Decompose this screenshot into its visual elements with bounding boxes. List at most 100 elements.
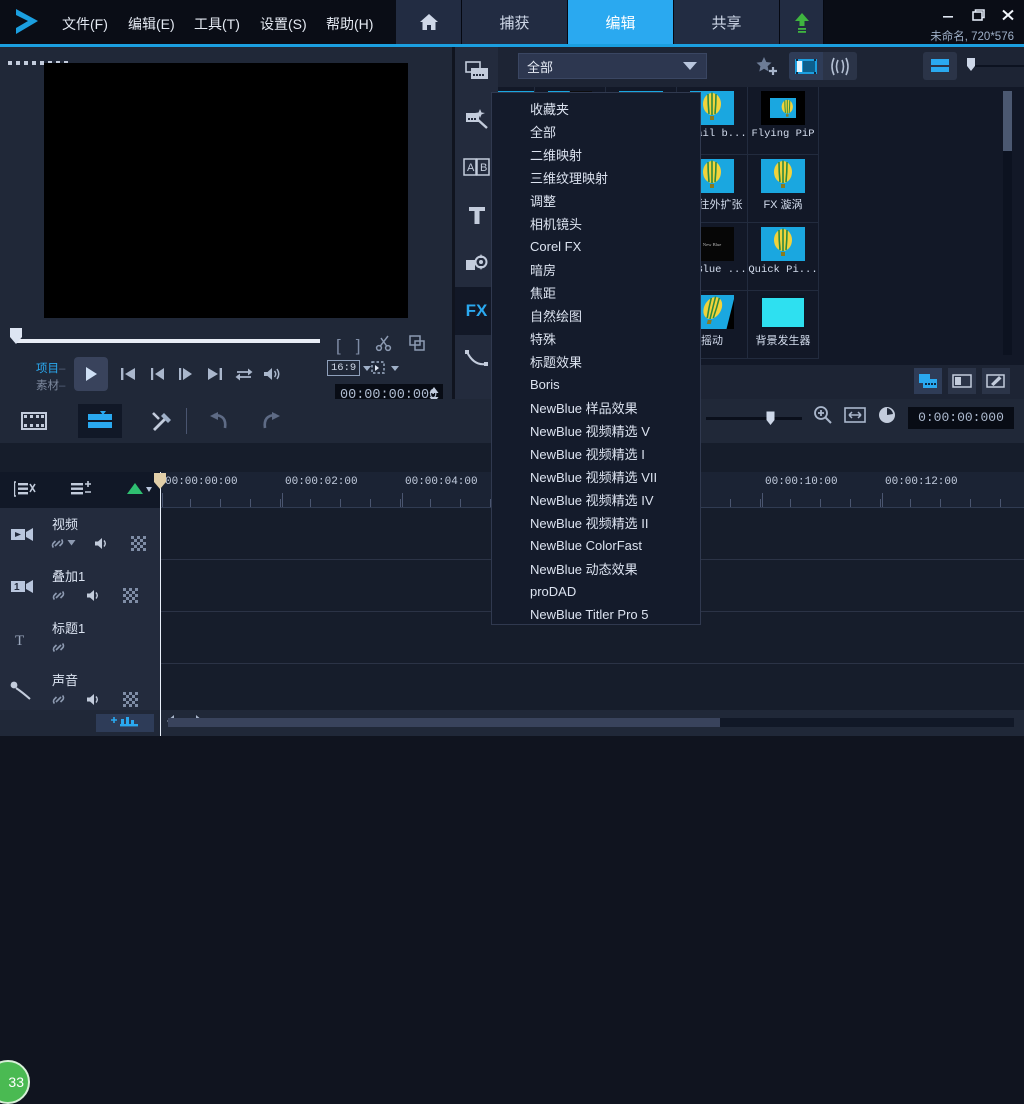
track-link-button[interactable]: [48, 690, 68, 708]
zoom-slider[interactable]: [706, 410, 802, 426]
slider-handle[interactable]: [966, 57, 976, 72]
effect-item[interactable]: Flying PiP: [748, 87, 819, 155]
dropdown-item[interactable]: 标题效果: [492, 350, 700, 373]
star-plus-icon[interactable]: [753, 52, 781, 80]
volume-button[interactable]: [260, 363, 284, 385]
dropdown-item[interactable]: 焦距: [492, 281, 700, 304]
panel-drag-grip[interactable]: [8, 52, 78, 65]
tab-capture[interactable]: 捕获: [462, 0, 568, 44]
dropdown-item[interactable]: 相机镜头: [492, 212, 700, 235]
track-lane[interactable]: [160, 664, 1024, 714]
redo-button[interactable]: [250, 404, 294, 438]
edit-view-button[interactable]: [982, 368, 1010, 394]
preview-screen[interactable]: [44, 63, 408, 318]
dropdown-item[interactable]: Boris: [492, 373, 700, 396]
dropdown-item[interactable]: NewBlue 视频精选 IV: [492, 488, 700, 511]
track-mask-button[interactable]: [120, 690, 140, 708]
timeline-playhead[interactable]: [154, 472, 166, 736]
tab-share[interactable]: 共享: [674, 0, 780, 44]
tools-button[interactable]: [140, 404, 184, 438]
dropdown-item[interactable]: 特殊: [492, 327, 700, 350]
undo-button[interactable]: [196, 404, 240, 438]
crop-tool-control[interactable]: [370, 360, 400, 376]
menu-file[interactable]: 文件(F): [62, 14, 108, 34]
storyboard-view-button[interactable]: [12, 404, 56, 438]
track-link-button[interactable]: [48, 534, 76, 552]
scissors-icon[interactable]: [375, 334, 393, 357]
skip-end-button[interactable]: [203, 363, 227, 385]
track-link-button[interactable]: [48, 586, 68, 604]
mode-clip-label[interactable]: 素材: [36, 380, 59, 392]
title-track-icon[interactable]: T: [0, 612, 44, 664]
dropdown-item[interactable]: NewBlue 视频精选 I: [492, 442, 700, 465]
dropdown-item[interactable]: 暗房: [492, 258, 700, 281]
zoom-in-button[interactable]: [813, 405, 833, 430]
fit-project-button[interactable]: [844, 406, 866, 429]
timeline-timecode[interactable]: 0:00:00:000: [908, 406, 1014, 429]
scrollbar-thumb[interactable]: [168, 718, 720, 727]
dropdown-item[interactable]: 三维纹理映射: [492, 166, 700, 189]
category-dropdown-menu[interactable]: 收藏夹 全部 二维映射 三维纹理映射 调整 相机镜头 Corel FX 暗房 焦距 自然绘图 特殊标…: [491, 92, 701, 625]
dropdown-item[interactable]: NewBlue 视频精选 II: [492, 511, 700, 534]
dropdown-item[interactable]: Corel FX: [492, 235, 700, 258]
dropdown-item[interactable]: 二维映射: [492, 143, 700, 166]
menu-tools[interactable]: 工具(T): [194, 14, 240, 34]
track-mask-button[interactable]: [120, 586, 140, 604]
zoom-slider-handle[interactable]: [766, 411, 775, 426]
mode-project-label[interactable]: 项目: [36, 363, 59, 375]
dropdown-item[interactable]: 调整: [492, 189, 700, 212]
track-mute-button[interactable]: [84, 690, 104, 708]
minimize-button[interactable]: [940, 8, 956, 22]
mix-marker-button[interactable]: [126, 481, 152, 502]
timeline-horizontal-scrollbar[interactable]: [168, 718, 1014, 727]
dropdown-item[interactable]: 全部: [492, 120, 700, 143]
close-button[interactable]: [1000, 8, 1016, 22]
track-mute-button[interactable]: [92, 534, 112, 552]
mark-in-button[interactable]: [: [336, 336, 341, 356]
track-mask-button[interactable]: [128, 534, 148, 552]
clock-button[interactable]: [877, 405, 897, 430]
effect-item[interactable]: FX 漩涡: [748, 155, 819, 223]
playhead-handle[interactable]: [153, 472, 167, 490]
thumbnail-size-slider[interactable]: [966, 58, 1024, 71]
aspect-ratio-value[interactable]: 16:9: [327, 360, 361, 376]
add-track-button[interactable]: [70, 480, 92, 503]
play-button[interactable]: [74, 357, 108, 391]
rail-media-library[interactable]: [455, 47, 498, 95]
upload-button[interactable]: [780, 0, 824, 44]
dropdown-item[interactable]: NewBlue Titler Pro 5: [492, 603, 700, 626]
effects-scrollbar[interactable]: [1003, 91, 1012, 355]
step-forward-button[interactable]: [173, 363, 197, 385]
dropdown-item[interactable]: proDAD: [492, 580, 700, 603]
step-back-button[interactable]: [146, 363, 170, 385]
aspect-ratio-control[interactable]: 16:9: [327, 360, 372, 376]
dropdown-item[interactable]: 自然绘图: [492, 304, 700, 327]
dropdown-item[interactable]: 收藏夹: [492, 97, 700, 120]
video-track-icon[interactable]: [0, 508, 44, 560]
track-mute-button[interactable]: [84, 586, 104, 604]
scrubber-handle[interactable]: [9, 327, 23, 345]
menu-edit[interactable]: 编辑(E): [128, 14, 175, 34]
overlay-track-icon[interactable]: 1: [0, 560, 44, 612]
dropdown-item[interactable]: NewBlue 样品效果: [492, 396, 700, 419]
menu-help[interactable]: 帮助(H): [326, 14, 373, 34]
track-link-button[interactable]: [48, 638, 68, 656]
tab-home[interactable]: [396, 0, 462, 44]
timeline-view-button[interactable]: [78, 404, 122, 438]
effect-item[interactable]: Quick Pi...: [748, 223, 819, 291]
track-manager-button[interactable]: [13, 480, 36, 503]
add-track-footer-button[interactable]: [96, 714, 154, 732]
scrubber-track[interactable]: [16, 339, 320, 343]
dropdown-item[interactable]: NewBlue 视频精选 VII: [492, 465, 700, 488]
timeline-track[interactable]: 声音: [0, 664, 1024, 714]
scrollbar-thumb[interactable]: [1003, 91, 1012, 151]
menu-settings[interactable]: 设置(S): [260, 14, 307, 34]
view-mode-button[interactable]: [923, 52, 957, 80]
split-view-button[interactable]: [948, 368, 976, 394]
dropdown-item[interactable]: NewBlue 动态效果: [492, 557, 700, 580]
mark-out-button[interactable]: ]: [356, 336, 361, 356]
effect-item[interactable]: 背景发生器: [748, 291, 819, 359]
category-select[interactable]: 全部: [518, 53, 707, 79]
dropdown-item[interactable]: NewBlue 视频精选 V: [492, 419, 700, 442]
dropdown-item[interactable]: NewBlue ColorFast: [492, 534, 700, 557]
